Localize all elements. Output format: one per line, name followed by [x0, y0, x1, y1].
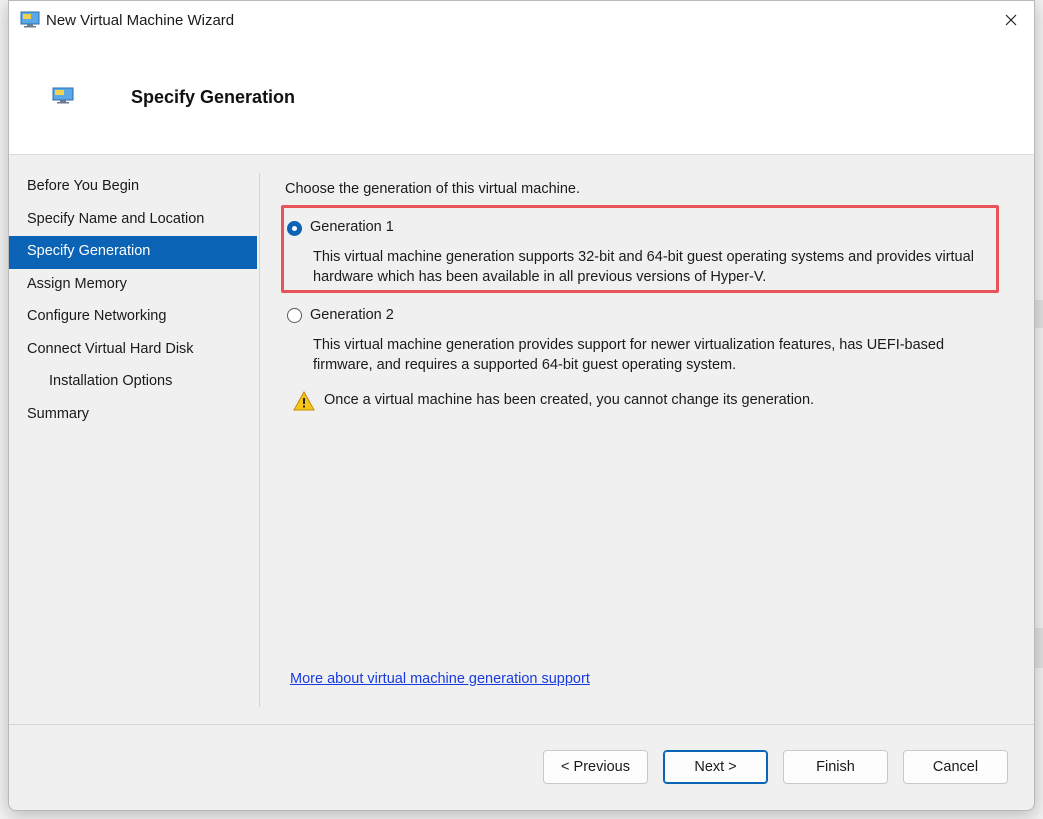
nav-item-specify-name-location[interactable]: Specify Name and Location	[9, 204, 257, 237]
virtual-machine-icon	[52, 87, 74, 104]
close-icon	[1005, 14, 1017, 26]
warning-icon	[293, 391, 315, 411]
title-bar: New Virtual Machine Wizard	[9, 1, 1034, 39]
window-title: New Virtual Machine Wizard	[46, 12, 235, 29]
generation-2-label[interactable]: Generation 2	[310, 307, 394, 323]
intro-text: Choose the generation of this virtual ma…	[285, 181, 581, 197]
close-button[interactable]	[988, 1, 1034, 39]
footer-divider	[9, 724, 1034, 725]
next-button[interactable]: Next >	[663, 750, 768, 784]
generation-1-description-line: This virtual machine generation supports…	[313, 249, 974, 265]
warning-text: Once a virtual machine has been created,…	[324, 392, 815, 408]
more-info-link[interactable]: More about virtual machine generation su…	[290, 671, 590, 687]
nav-item-connect-virtual-hard-disk[interactable]: Connect Virtual Hard Disk	[9, 334, 257, 367]
generation-1-description: This virtual machine generation supports…	[313, 247, 1003, 287]
nav-item-configure-networking[interactable]: Configure Networking	[9, 301, 257, 334]
nav-item-summary[interactable]: Summary	[9, 399, 257, 432]
nav-item-specify-generation[interactable]: Specify Generation	[9, 236, 257, 269]
generation-2-description: This virtual machine generation provides…	[313, 335, 1003, 375]
nav-item-installation-options[interactable]: Installation Options	[9, 366, 257, 399]
virtual-machine-icon	[20, 11, 40, 28]
generation-1-description-line: hardware which has been available in all…	[313, 269, 767, 285]
page-title: Specify Generation	[131, 87, 296, 107]
wizard-steps-nav: Before You Begin Specify Name and Locati…	[9, 171, 257, 431]
generation-2-description-line: firmware, and requires a supported 64-bi…	[313, 357, 737, 373]
generation-1-label[interactable]: Generation 1	[310, 219, 394, 235]
cancel-button[interactable]: Cancel	[903, 750, 1008, 784]
finish-button[interactable]: Finish	[783, 750, 888, 784]
wizard-window: New Virtual Machine Wizard Specify Gener…	[8, 0, 1035, 811]
wizard-header: Specify Generation	[9, 39, 1034, 155]
generation-2-description-line: This virtual machine generation provides…	[313, 337, 945, 353]
nav-item-assign-memory[interactable]: Assign Memory	[9, 269, 257, 302]
previous-button[interactable]: < Previous	[543, 750, 648, 784]
nav-item-before-you-begin[interactable]: Before You Begin	[9, 171, 257, 204]
nav-divider	[259, 173, 260, 707]
generation-2-radio[interactable]	[287, 308, 302, 323]
generation-1-radio[interactable]	[287, 221, 302, 236]
